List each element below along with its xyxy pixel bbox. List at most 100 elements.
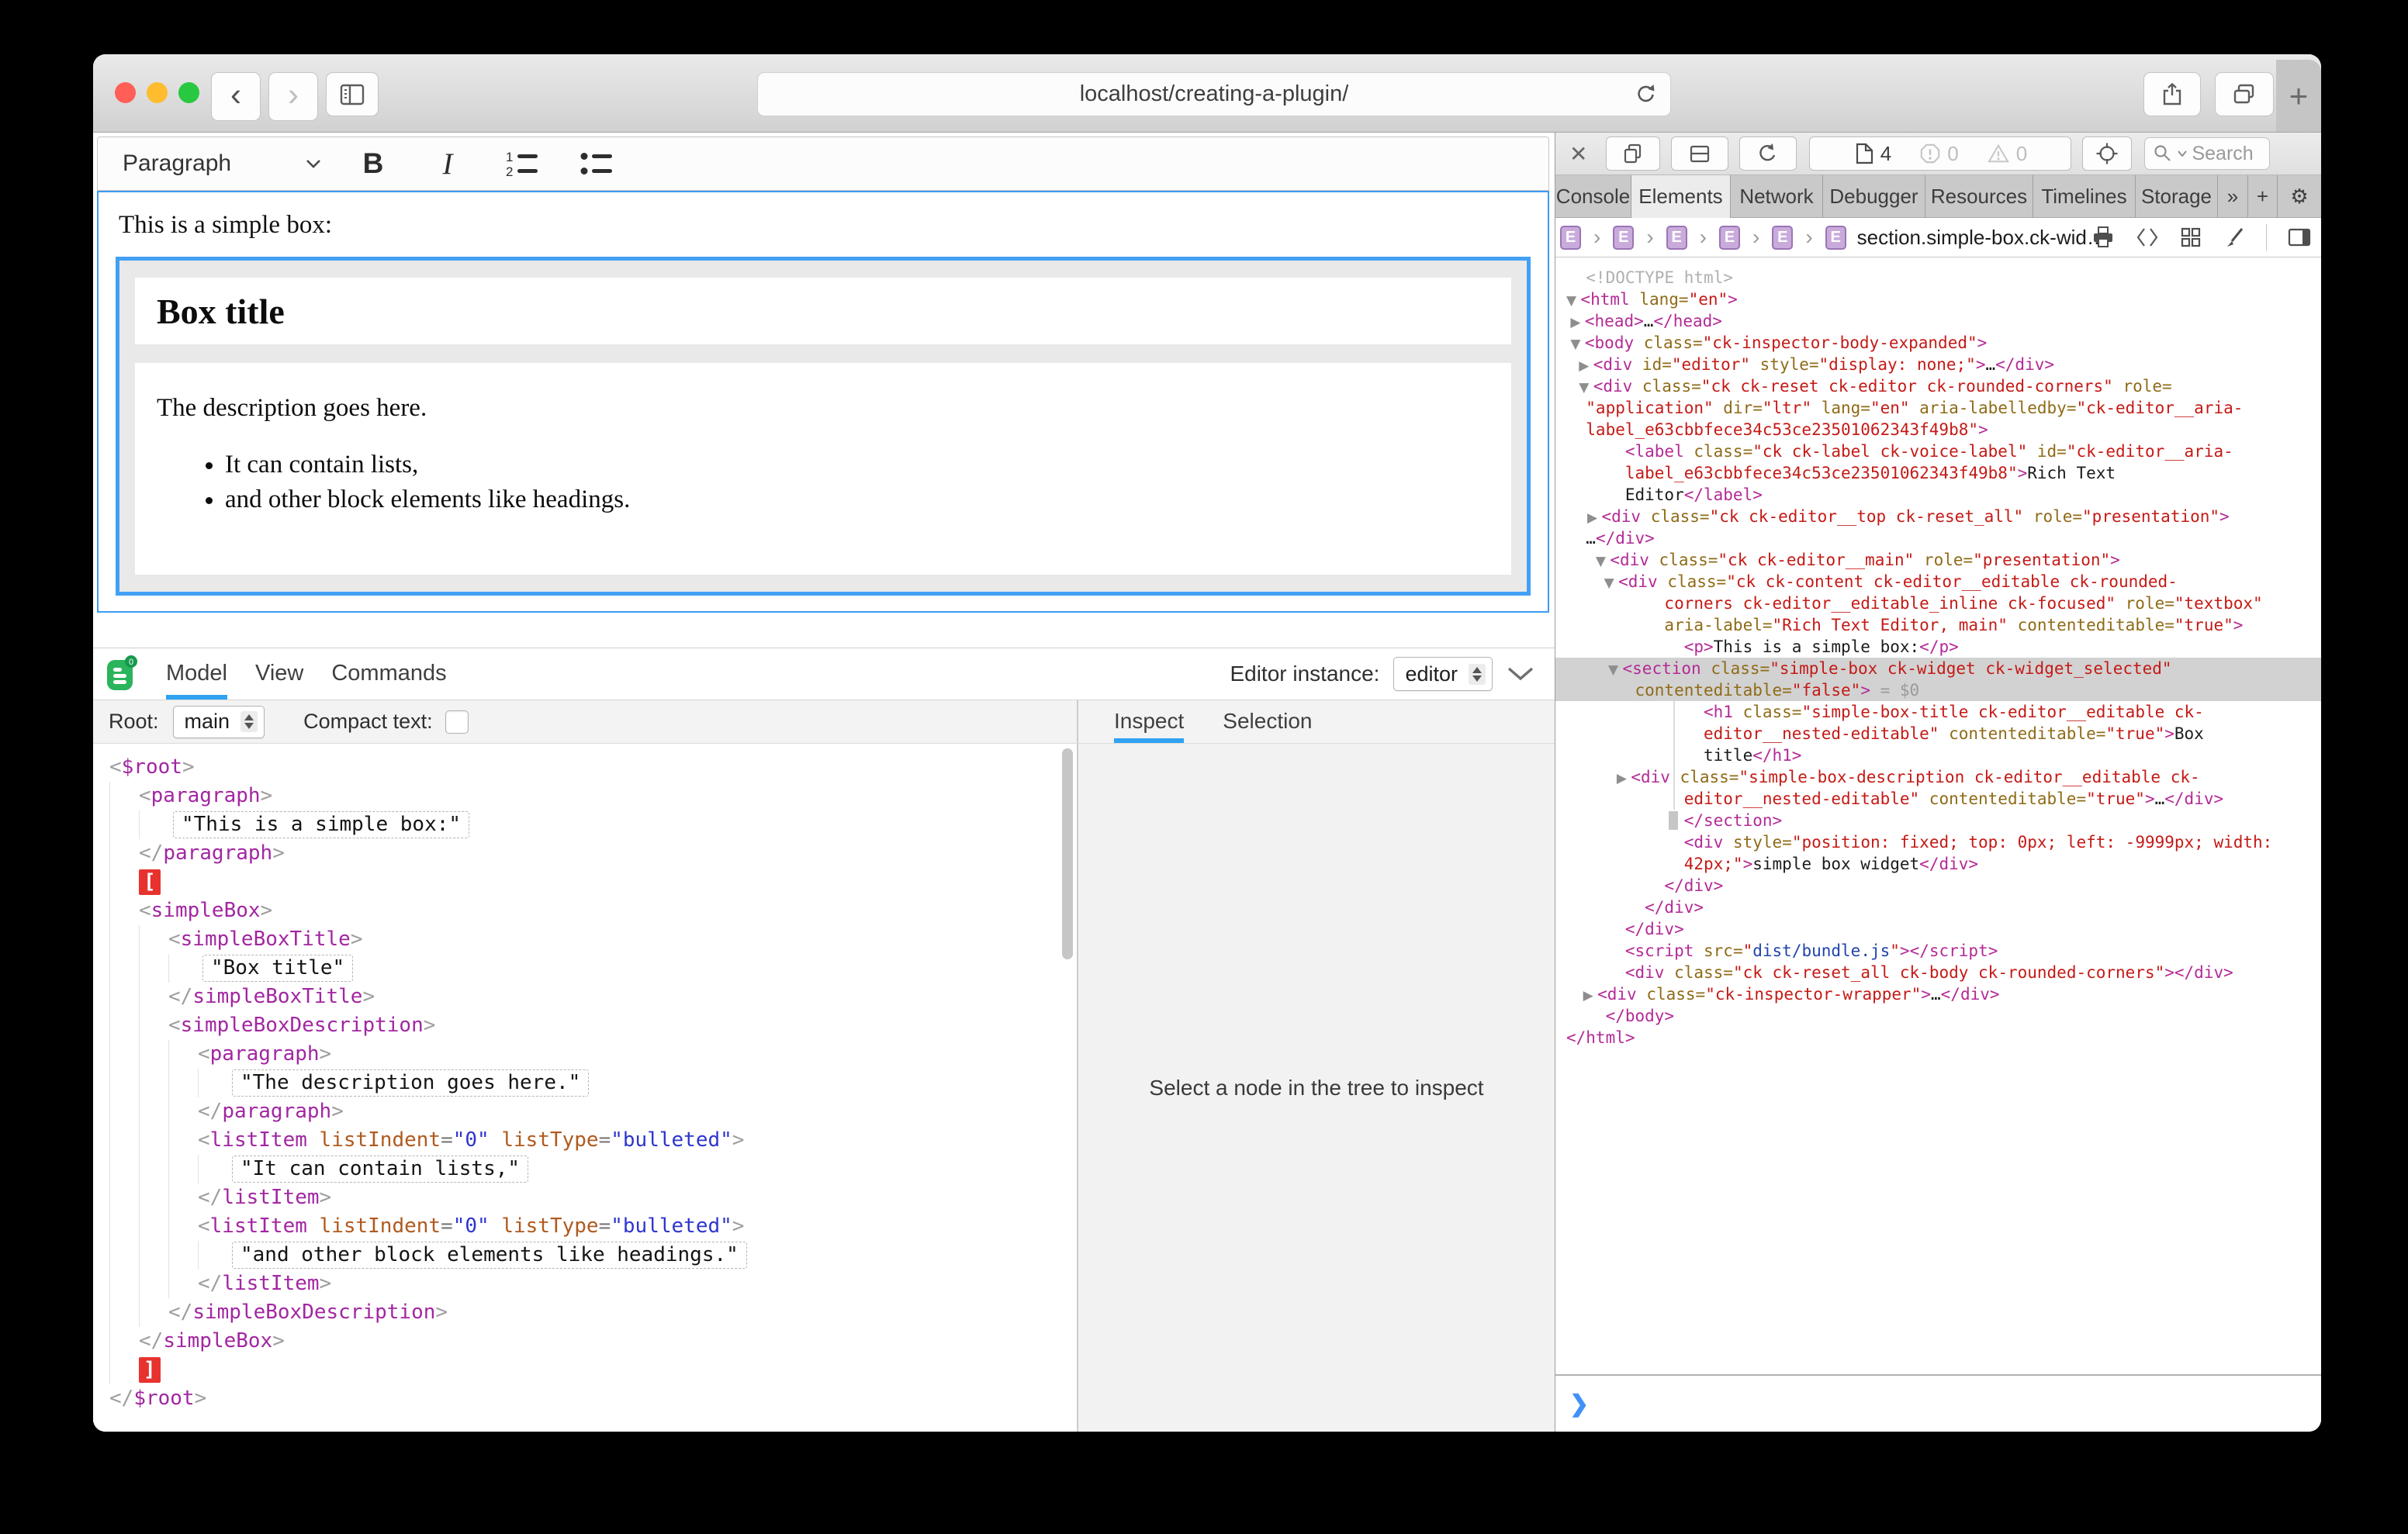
- dom-source-line[interactable]: </div>: [1555, 875, 2321, 897]
- model-tree-line[interactable]: </simpleBoxTitle>: [109, 983, 1077, 1011]
- close-window-button[interactable]: [115, 82, 136, 103]
- dom-source-line[interactable]: ▶ <div class="simple-box-description ck-…: [1555, 766, 2321, 788]
- collapse-inspector-button[interactable]: [1507, 666, 1534, 682]
- dom-source-line[interactable]: ▼ <div class="ck ck-content ck-editor__e…: [1555, 571, 2321, 593]
- dom-source-line[interactable]: ▼ <section class="simple-box ck-widget c…: [1555, 658, 2321, 679]
- dom-source-line[interactable]: <div class="ck ck-reset_all ck-body ck-r…: [1555, 962, 2321, 983]
- breadcrumb-element-badge[interactable]: E: [1719, 226, 1740, 250]
- devtools-tab-network[interactable]: Network: [1731, 175, 1823, 218]
- dom-source-line[interactable]: …</div>: [1555, 527, 2321, 549]
- resource-status-group[interactable]: 4 0: [1809, 136, 2071, 171]
- model-tree-line[interactable]: "The description goes here.": [109, 1069, 1077, 1097]
- numbered-list-button[interactable]: 1 2: [500, 143, 545, 185]
- model-tree-line[interactable]: "It can contain lists,": [109, 1155, 1077, 1183]
- print-styles-icon[interactable]: [2091, 226, 2116, 249]
- dom-source-line[interactable]: label_e63cbbfece34c53ce23501062343f49b8"…: [1555, 419, 2321, 441]
- devtools-tab-resources[interactable]: Resources: [1925, 175, 2033, 218]
- dom-source-line[interactable]: aria-label="Rich Text Editor, main" cont…: [1555, 614, 2321, 636]
- inspector-tab-model[interactable]: Model: [166, 648, 227, 700]
- editor-instance-select[interactable]: editor: [1393, 657, 1493, 691]
- layout-grid-icon[interactable]: [2179, 226, 2202, 249]
- address-bar[interactable]: localhost/creating-a-plugin/: [757, 72, 1671, 116]
- model-tree-line[interactable]: "This is a simple box:": [109, 810, 1077, 839]
- model-tree-line[interactable]: ]: [109, 1356, 1077, 1384]
- model-tree-line[interactable]: <$root>: [109, 753, 1077, 782]
- dom-source-line[interactable]: ▶ <div class="ck-inspector-wrapper">…</d…: [1555, 983, 2321, 1005]
- paintbrush-icon[interactable]: [2223, 226, 2246, 249]
- dom-source-line[interactable]: ▼ <body class="ck-inspector-body-expande…: [1555, 332, 2321, 354]
- share-button[interactable]: [2143, 72, 2201, 116]
- dom-source-line[interactable]: 42px;">simple box widget</div>: [1555, 853, 2321, 875]
- dom-source-line[interactable]: ▶ <head>…</head>: [1555, 310, 2321, 332]
- model-tree-line[interactable]: </$root>: [109, 1384, 1077, 1413]
- breadcrumb-element-badge[interactable]: E: [1825, 226, 1846, 250]
- close-devtools-button[interactable]: ✕: [1569, 141, 1587, 167]
- forward-button[interactable]: ›: [268, 72, 318, 121]
- dom-source-line[interactable]: corners ck-editor__editable_inline ck-fo…: [1555, 593, 2321, 614]
- model-tree-line[interactable]: </paragraph>: [109, 1097, 1077, 1126]
- dom-source-line[interactable]: <label class="ck ck-label ck-voice-label…: [1555, 441, 2321, 462]
- back-button[interactable]: ‹: [211, 72, 261, 121]
- pane-tab-inspect[interactable]: Inspect: [1114, 700, 1184, 743]
- dom-source-line[interactable]: ▶ <div id="editor" style="display: none;…: [1555, 354, 2321, 375]
- model-tree-line[interactable]: <simpleBoxTitle>: [109, 925, 1077, 954]
- dom-source-line[interactable]: </div>: [1555, 897, 2321, 918]
- simple-box-widget[interactable]: Box title The description goes here. It …: [116, 257, 1531, 596]
- root-select[interactable]: main: [173, 706, 265, 738]
- intro-paragraph[interactable]: This is a simple box:: [119, 211, 1548, 240]
- new-tab-button[interactable]: +: [2276, 60, 2321, 132]
- tree-scrollbar[interactable]: [1062, 748, 1073, 959]
- tab-overview-button[interactable]: [2215, 72, 2274, 116]
- inspector-tab-view[interactable]: View: [255, 648, 303, 700]
- model-tree-line[interactable]: "Box title": [109, 954, 1077, 983]
- model-tree-line[interactable]: <paragraph>: [109, 1040, 1077, 1069]
- breadcrumb-selected-node-label[interactable]: section.simple-box.ck-wid…: [1857, 226, 2107, 250]
- model-tree-line[interactable]: "and other block elements like headings.…: [109, 1241, 1077, 1270]
- dom-source-line[interactable]: editor__nested-editable" contenteditable…: [1555, 788, 2321, 810]
- compact-text-checkbox[interactable]: [445, 710, 469, 734]
- minimize-window-button[interactable]: [147, 82, 168, 103]
- dom-source-line[interactable]: </div>: [1555, 918, 2321, 940]
- devtools-tab-elements[interactable]: Elements: [1631, 175, 1731, 218]
- bold-button[interactable]: B: [351, 143, 396, 185]
- dom-source-line[interactable]: <h1 class="simple-box-title ck-editor__e…: [1555, 701, 2321, 723]
- devtools-tab-debugger[interactable]: Debugger: [1823, 175, 1925, 218]
- breadcrumb-element-badge[interactable]: E: [1772, 226, 1793, 250]
- model-tree-line[interactable]: </paragraph>: [109, 839, 1077, 868]
- model-tree-line[interactable]: <simpleBox>: [109, 897, 1077, 925]
- bulleted-list-button[interactable]: [574, 143, 619, 185]
- model-tree-line[interactable]: <listItem listIndent="0" listType="bulle…: [109, 1212, 1077, 1241]
- inspector-tab-commands[interactable]: Commands: [331, 648, 446, 700]
- reload-page-button[interactable]: [1739, 136, 1797, 171]
- sidebar-toggle-button[interactable]: [326, 72, 379, 116]
- more-tabs-button[interactable]: »: [2218, 175, 2248, 218]
- breadcrumb-element-badge[interactable]: E: [1666, 226, 1687, 250]
- devtools-tab-timelines[interactable]: Timelines: [2033, 175, 2136, 218]
- model-tree-line[interactable]: <simpleBoxDescription>: [109, 1011, 1077, 1040]
- element-picker-button[interactable]: [2082, 136, 2132, 171]
- dom-source-line[interactable]: Editor</label>: [1555, 484, 2321, 506]
- model-tree-line[interactable]: <listItem listIndent="0" listType="bulle…: [109, 1126, 1077, 1155]
- model-tree-line[interactable]: </simpleBoxDescription>: [109, 1298, 1077, 1327]
- heading-dropdown[interactable]: Paragraph: [123, 150, 321, 177]
- dom-source-line[interactable]: <script src="dist/bundle.js"></script>: [1555, 940, 2321, 962]
- model-tree-line[interactable]: [: [109, 868, 1077, 897]
- devtools-settings-button[interactable]: ⚙: [2278, 175, 2321, 218]
- simple-box-title-field[interactable]: Box title: [135, 278, 1511, 344]
- dom-source-line[interactable]: label_e63cbbfece34c53ce23501062343f49b8"…: [1555, 462, 2321, 484]
- dom-source-line[interactable]: <div style="position: fixed; top: 0px; l…: [1555, 831, 2321, 853]
- reload-icon[interactable]: [1635, 82, 1658, 105]
- details-sidebar-icon[interactable]: [2287, 226, 2312, 248]
- dom-source-line[interactable]: ▼ <div class="ck ck-editor__main" role="…: [1555, 549, 2321, 571]
- breadcrumb-element-badge[interactable]: E: [1560, 226, 1581, 250]
- simple-box-description-field[interactable]: The description goes here. It can contai…: [135, 363, 1511, 575]
- dom-source-line[interactable]: ▶ <div class="ck ck-editor__top ck-reset…: [1555, 506, 2321, 527]
- devtools-search-field[interactable]: Search: [2144, 137, 2270, 170]
- model-tree-line[interactable]: </listItem>: [109, 1183, 1077, 1212]
- dom-source-line[interactable]: contenteditable="false"> = $0: [1555, 679, 2321, 701]
- dom-source-line[interactable]: title</h1>: [1555, 745, 2321, 766]
- quick-console[interactable]: ❯: [1555, 1374, 2321, 1432]
- devtools-tab-storage[interactable]: Storage: [2136, 175, 2218, 218]
- devtools-tab-console[interactable]: Console: [1555, 175, 1631, 218]
- show-source-icon[interactable]: [2136, 226, 2159, 248]
